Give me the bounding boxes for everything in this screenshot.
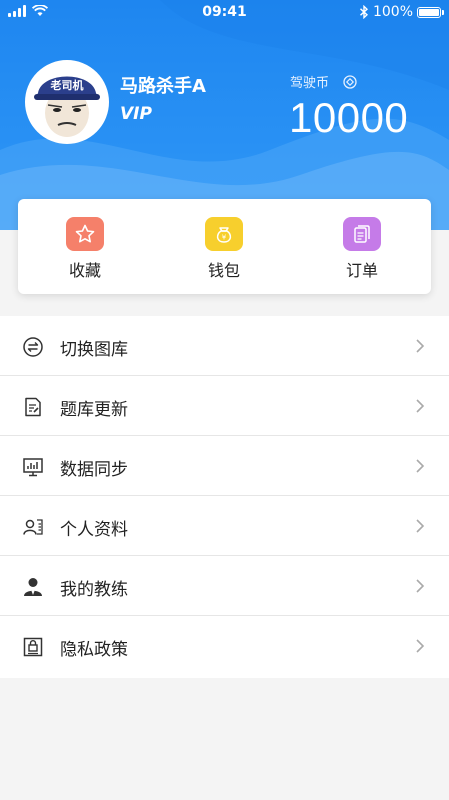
quick-action-orders[interactable]: 订单	[312, 217, 412, 281]
document-edit-icon	[25, 397, 41, 417]
menu-item-switch-library[interactable]: 切换图库	[0, 316, 449, 376]
chevron-right-icon	[416, 639, 425, 653]
menu-item-label: 切换图库	[60, 340, 128, 360]
coin-label: 驾驶币	[290, 76, 330, 91]
menu-item-label: 隐私政策	[60, 640, 128, 660]
chevron-right-icon	[416, 459, 425, 473]
menu-item-label: 题库更新	[60, 400, 128, 420]
wallet-icon: ¥	[205, 217, 243, 251]
coach-icon	[24, 578, 42, 596]
quick-action-label: 钱包	[207, 261, 240, 280]
menu-item-label: 个人资料	[60, 520, 128, 540]
order-icon	[343, 217, 381, 251]
avatar-image: 老司机	[28, 63, 106, 141]
coin-icon[interactable]	[343, 74, 357, 89]
quick-action-label: 订单	[345, 261, 378, 280]
menu-item-my-coach[interactable]: 我的教练	[0, 556, 449, 616]
quick-action-wallet[interactable]: ¥ 钱包	[174, 217, 274, 281]
menu-item-question-update[interactable]: 题库更新	[0, 376, 449, 436]
quick-action-label: 收藏	[68, 261, 101, 280]
chevron-right-icon	[416, 399, 425, 413]
star-icon	[66, 217, 104, 251]
coin-label-row: 驾驶币	[290, 72, 357, 91]
menu-item-label: 我的教练	[60, 580, 128, 600]
battery-percent: 100%	[372, 4, 413, 20]
bluetooth-icon	[359, 5, 368, 19]
battery-icon	[417, 6, 444, 18]
privacy-lock-icon	[23, 637, 43, 657]
profile-card-icon	[23, 519, 43, 535]
username: 马路杀手A	[120, 76, 206, 97]
chevron-right-icon	[416, 579, 425, 593]
quick-actions-card: 收藏 ¥ 钱包 订单	[18, 199, 431, 294]
monitor-chart-icon	[23, 458, 43, 477]
switch-icon	[23, 337, 43, 357]
quick-action-favorites[interactable]: 收藏	[35, 217, 135, 281]
coin-value: 10000	[289, 94, 409, 141]
svg-text:¥: ¥	[222, 234, 227, 242]
menu-item-personal-info[interactable]: 个人资料	[0, 496, 449, 556]
menu-item-label: 数据同步	[60, 460, 128, 480]
menu-item-data-sync[interactable]: 数据同步	[0, 436, 449, 496]
menu-item-privacy-policy[interactable]: 隐私政策	[0, 616, 449, 678]
chevron-right-icon	[416, 339, 425, 353]
vip-badge: VIP	[120, 104, 152, 124]
status-bar: 09:41 100%	[0, 0, 449, 24]
settings-menu: 切换图库 题库更新 数据同步 个人资料 我的教练 隐私政策	[0, 316, 449, 678]
avatar[interactable]: 老司机	[25, 60, 109, 144]
avatar-hat-text: 老司机	[50, 78, 84, 92]
chevron-right-icon	[416, 519, 425, 533]
